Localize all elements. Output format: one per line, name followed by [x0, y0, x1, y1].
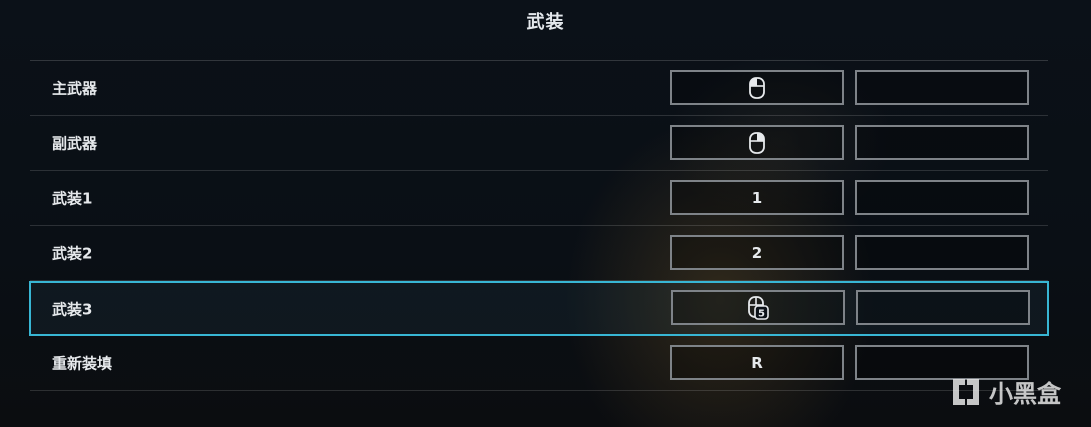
primary-key-slot[interactable]: 5 [671, 290, 845, 325]
binding-label: 重新装填 [52, 354, 113, 373]
mouse-button-5-label: 5 [758, 308, 765, 319]
keybinding-list: 主武器 副武器 武装1 1 武装2 2 武装3 5 重新装填 R [29, 61, 1049, 391]
binding-label: 主武器 [52, 79, 98, 98]
mouse-right-click-icon [749, 131, 765, 154]
secondary-key-slot[interactable] [856, 290, 1030, 325]
binding-label: 武装1 [52, 189, 93, 208]
secondary-key-slot[interactable] [855, 235, 1029, 270]
mouse-left-click-icon [749, 76, 765, 99]
watermark: 小黑盒 [949, 374, 1061, 409]
primary-key-slot[interactable] [670, 125, 844, 160]
binding-label: 武装2 [52, 244, 93, 263]
secondary-key-slot[interactable] [855, 125, 1029, 160]
xiaoheihe-logo-icon [953, 378, 979, 405]
binding-row-secondary-weapon[interactable]: 副武器 [30, 116, 1048, 171]
binding-row-reload[interactable]: 重新装填 R [30, 336, 1048, 391]
mouse-button-5-icon: 5 [748, 295, 769, 320]
binding-row-equipment-2[interactable]: 武装2 2 [30, 226, 1048, 281]
primary-key-slot[interactable]: 1 [670, 180, 844, 215]
binding-row-equipment-1[interactable]: 武装1 1 [30, 171, 1048, 226]
section-title: 武装 [526, 12, 565, 33]
binding-row-primary-weapon[interactable]: 主武器 [30, 61, 1048, 116]
primary-key-slot[interactable]: R [670, 345, 844, 380]
watermark-text: 小黑盒 [989, 380, 1061, 408]
binding-label: 武装3 [52, 300, 93, 318]
binding-label: 副武器 [52, 134, 98, 153]
primary-key-slot[interactable]: 2 [670, 235, 844, 270]
secondary-key-slot[interactable] [855, 180, 1029, 215]
primary-key-slot[interactable] [670, 70, 844, 105]
secondary-key-slot[interactable] [855, 70, 1029, 105]
binding-row-equipment-3[interactable]: 武装3 5 [29, 281, 1049, 336]
